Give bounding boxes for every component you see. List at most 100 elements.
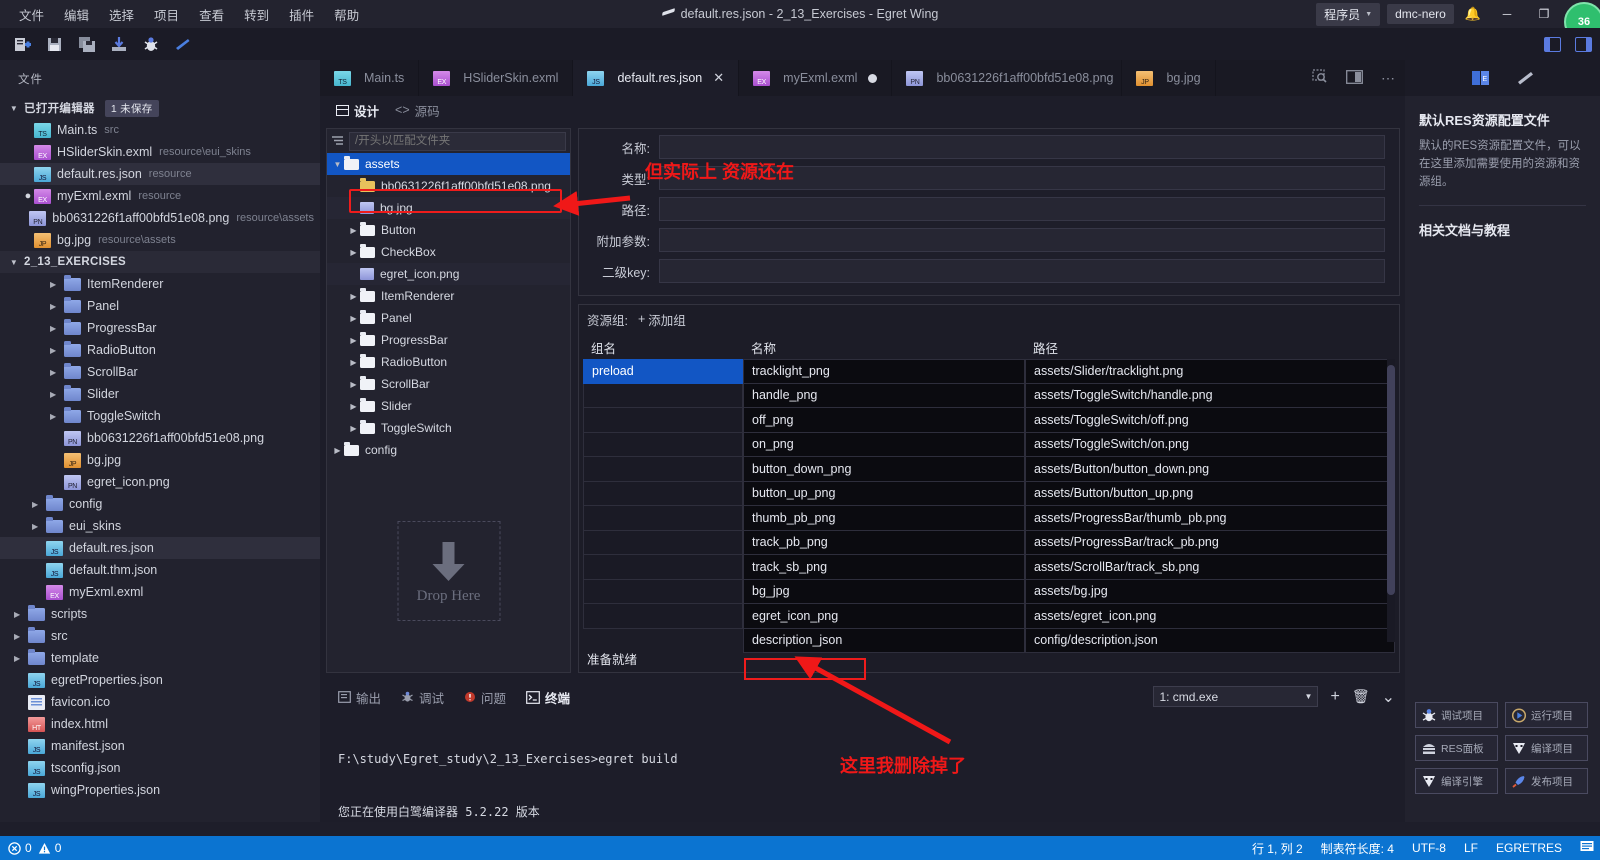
maximize-restore-button[interactable]: ❐ [1529,0,1559,28]
open-editor-hsliderskin-exml[interactable]: EX HSliderSkin.exml resource\eui_skins [0,141,320,163]
compile-engine-button[interactable]: 编译引擎 [1415,768,1498,794]
tab-default-res-json[interactable]: JS default.res.json ✕ [573,60,740,96]
add-group-button[interactable]: + 添加组 [638,310,686,329]
language-mode[interactable]: EGRETRES [1496,841,1562,855]
table-row[interactable]: bg_jpg assets/bg.jpg [743,579,1395,604]
filter-icon[interactable] [331,135,345,147]
maximize-panel-icon[interactable]: ⌄ [1382,687,1395,707]
save-all-icon[interactable] [74,32,100,56]
table-row[interactable]: description_json config/description.json [743,628,1395,653]
group-name-cell[interactable] [583,604,743,629]
table-row[interactable]: track_sb_png assets/ScrollBar/track_sb.pn… [743,555,1395,580]
project-tree-item[interactable]: JS egretProperties.json [0,669,320,691]
menu-help[interactable]: 帮助 [325,1,368,28]
resource-tree-node[interactable]: bg.jpg [327,197,570,219]
import-icon[interactable] [106,32,132,56]
table-row[interactable]: button_down_png assets/Button/button_down… [743,457,1395,482]
chevron-right-icon[interactable]: ▶ [50,302,64,311]
chevron-right-icon[interactable]: ▶ [347,248,360,257]
tab-bb0631226-png[interactable]: PN bb0631226f1aff00bfd51e08.png [892,60,1123,96]
project-tree-item[interactable]: ▶ src [0,625,320,647]
kill-terminal-icon[interactable]: 🗑 [1352,688,1370,705]
chevron-right-icon[interactable]: ▶ [347,314,360,323]
group-name-cell[interactable] [583,383,743,408]
property-value-extra[interactable] [659,228,1385,252]
bottom-tab-output[interactable]: 输出 [338,688,381,707]
group-name-cell[interactable] [583,555,743,580]
chevron-right-icon[interactable]: ▶ [50,412,64,421]
table-row[interactable]: thumb_pb_png assets/ProgressBar/thumb_pb.… [743,506,1395,531]
warning-count[interactable]: 0 [38,841,61,855]
project-tree-item[interactable]: ▶ scripts [0,603,320,625]
open-editor-default-res-json[interactable]: JS default.res.json resource [0,163,320,185]
open-editor-main-ts[interactable]: TS Main.ts src [0,119,320,141]
table-row[interactable]: on_png assets/ToggleSwitch/on.png [743,432,1395,457]
open-editor-bg-jpg[interactable]: JP bg.jpg resource\assets [0,229,320,251]
chevron-right-icon[interactable]: ▶ [50,346,64,355]
chevron-right-icon[interactable]: ▶ [347,402,360,411]
group-name-cell[interactable] [583,408,743,433]
chevron-down-icon[interactable]: ▼ [331,160,344,169]
menu-plugins[interactable]: 插件 [280,1,323,28]
encoding[interactable]: UTF-8 [1412,841,1446,855]
debug-icon[interactable] [138,32,164,56]
chevron-right-icon[interactable]: ▶ [347,336,360,345]
project-tree-item[interactable]: PN bb0631226f1aff00bfd51e08.png [0,427,320,449]
user-account-pill[interactable]: dmc-nero [1387,4,1454,24]
chevron-right-icon[interactable]: ▶ [347,380,360,389]
chevron-right-icon[interactable]: ▶ [32,500,46,509]
toggle-right-panel-icon[interactable] [1575,36,1592,52]
project-tree-item[interactable]: HT index.html [0,713,320,735]
project-tree-item[interactable]: JP bg.jpg [0,449,320,471]
project-tree-item[interactable]: ▶ ToggleSwitch [0,405,320,427]
project-tree-item[interactable]: JS tsconfig.json [0,757,320,779]
bottom-tab-debug[interactable]: 调试 [401,688,444,707]
split-editor-icon[interactable] [1346,69,1363,87]
chevron-right-icon[interactable]: ▶ [50,368,64,377]
table-row[interactable]: egret_icon_png assets/egret_icon.png [743,604,1395,629]
chevron-right-icon[interactable]: ▶ [50,324,64,333]
preview-icon[interactable] [1312,69,1328,87]
table-row[interactable]: track_pb_png assets/ProgressBar/track_pb.… [743,530,1395,555]
role-selector[interactable]: 程序员 ▼ [1316,2,1381,26]
tab-main-ts[interactable]: TS Main.ts [320,60,420,96]
project-tree-item[interactable]: JS wingProperties.json [0,779,320,801]
table-row[interactable]: handle_png assets/ToggleSwitch/handle.png [743,383,1395,408]
property-value-type[interactable] [659,166,1385,190]
project-tree-item[interactable]: ▶ ItemRenderer [0,273,320,295]
resource-tree-node[interactable]: ▶ Panel [327,307,570,329]
mode-design[interactable]: 设计 [336,101,379,120]
resource-tree-node[interactable]: ▶ config [327,439,570,461]
project-tree-item[interactable]: PN egret_icon.png [0,471,320,493]
group-name-cell[interactable] [583,530,743,555]
resource-filter-input[interactable] [349,131,566,151]
project-tree-item[interactable]: favicon.ico [0,691,320,713]
group-name-cell[interactable]: preload [583,359,743,384]
menu-select[interactable]: 选择 [100,1,143,28]
chevron-right-icon[interactable]: ▶ [331,446,344,455]
project-tree-item[interactable]: ▶ eui_skins [0,515,320,537]
project-tree-item[interactable]: ▶ config [0,493,320,515]
compile-project-button[interactable]: 编译项目 [1505,735,1588,761]
close-icon[interactable]: ✕ [713,70,724,86]
tab-size[interactable]: 制表符长度: 4 [1321,840,1394,857]
project-tree-item[interactable]: JS default.res.json [0,537,320,559]
table-row[interactable]: tracklight_png assets/Slider/tracklight.p… [743,359,1395,384]
chevron-right-icon[interactable]: ▶ [347,226,360,235]
line-ending[interactable]: LF [1464,841,1478,855]
project-tree-item[interactable]: ▶ ScrollBar [0,361,320,383]
chevron-right-icon[interactable]: ▶ [50,390,64,399]
property-value-path[interactable] [659,197,1385,221]
docs-book-icon[interactable]: E [1471,69,1490,87]
project-tree-item[interactable]: ▶ template [0,647,320,669]
run-project-button[interactable]: 运行项目 [1505,702,1588,728]
menu-project[interactable]: 项目 [145,1,188,28]
more-actions-icon[interactable]: ⋯ [1381,70,1395,87]
chevron-right-icon[interactable]: ▶ [14,610,28,619]
table-scrollbar-thumb[interactable] [1387,365,1395,595]
tab-bg-jpg[interactable]: JP bg.jpg [1122,60,1216,96]
chevron-right-icon[interactable]: ▶ [50,280,64,289]
chevron-right-icon[interactable]: ▶ [14,654,28,663]
resource-tree-node[interactable]: ▶ Button [327,219,570,241]
menu-edit[interactable]: 编辑 [55,1,98,28]
